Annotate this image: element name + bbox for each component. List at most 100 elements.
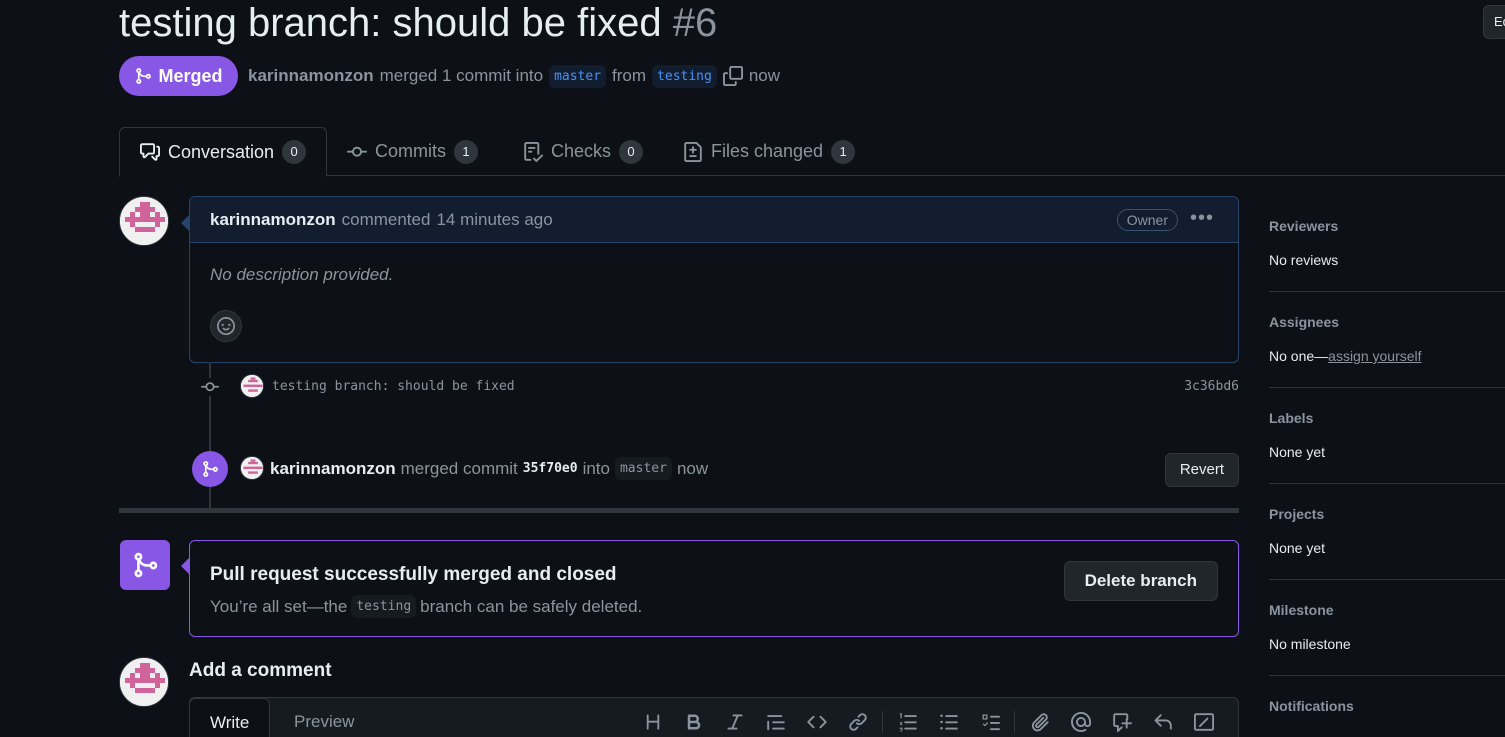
- merged-state-badge: Merged: [119, 56, 238, 96]
- labels-label[interactable]: Labels: [1269, 410, 1313, 426]
- reply-icon[interactable]: [1142, 710, 1183, 734]
- assignees-section: Assignees No one—assign yourself: [1269, 292, 1505, 388]
- merged-state-label: Merged: [158, 65, 223, 86]
- add-comment-title: Add a comment: [189, 660, 332, 681]
- labels-section: Labels None yet: [1269, 388, 1505, 484]
- markdown-toolbar: [632, 710, 1224, 734]
- assignees-value: No one—assign yourself: [1269, 348, 1422, 364]
- comment-box: karinnamonzon commented 14 minutes ago O…: [189, 196, 1239, 363]
- tab-conversation-count: 0: [282, 140, 307, 164]
- labels-value: None yet: [1269, 444, 1326, 460]
- git-commit-icon: [347, 146, 367, 157]
- kebab-menu-icon[interactable]: •••: [1190, 207, 1214, 230]
- pr-meta-line: karinnamonzon merged 1 commit into maste…: [248, 62, 780, 90]
- tab-files-changed-label: Files changed: [711, 141, 824, 161]
- projects-label[interactable]: Projects: [1269, 506, 1324, 522]
- comment-time[interactable]: 14 minutes ago: [436, 210, 552, 230]
- edit-button[interactable]: Ed: [1483, 5, 1505, 39]
- merge-status-prefix: You’re all set—the: [210, 596, 348, 616]
- comment-caret: [181, 215, 189, 231]
- write-tab[interactable]: Write: [189, 698, 271, 737]
- reviewers-section: Reviewers No reviews: [1269, 196, 1505, 292]
- copy-icon[interactable]: [722, 66, 743, 86]
- reviewers-label[interactable]: Reviewers: [1269, 218, 1338, 234]
- italic-icon[interactable]: [714, 710, 755, 734]
- avatar[interactable]: [240, 456, 264, 480]
- preview-tab[interactable]: Preview: [274, 698, 374, 737]
- quote-icon[interactable]: [755, 710, 796, 734]
- pr-title-text: testing branch: should be fixed: [119, 1, 662, 45]
- ordered-list-icon[interactable]: [887, 710, 928, 734]
- merge-status-subtitle: You’re all set—the testing branch can be…: [210, 595, 642, 618]
- base-branch-link[interactable]: master: [549, 64, 607, 88]
- merge-event-time[interactable]: now: [677, 459, 708, 479]
- comment-editor: Write Preview: [189, 697, 1239, 737]
- cross-reference-icon[interactable]: [1101, 710, 1142, 734]
- unordered-list-icon[interactable]: [928, 710, 969, 734]
- owner-badge: Owner: [1116, 209, 1178, 231]
- assignees-label[interactable]: Assignees: [1269, 314, 1339, 330]
- merge-target-branch[interactable]: master: [614, 457, 672, 480]
- toolbar-divider: [882, 711, 883, 733]
- milestone-value: No milestone: [1269, 636, 1351, 652]
- tab-commits[interactable]: Commits 1: [327, 127, 498, 176]
- toolbar-divider: [1014, 711, 1015, 733]
- comment-body: No description provided.: [210, 265, 394, 284]
- fullscreen-icon[interactable]: [1183, 710, 1224, 734]
- pr-title: testing branch: should be fixed #6: [119, 0, 717, 46]
- comment-discussion-icon: [140, 143, 160, 161]
- projects-section: Projects None yet: [1269, 484, 1505, 580]
- smiley-icon: [217, 317, 235, 335]
- merge-event-text2: into: [582, 458, 610, 478]
- merge-status-suffix: branch can be safely deleted.: [420, 596, 643, 616]
- avatar[interactable]: [119, 196, 169, 246]
- merge-event: karinnamonzon merged commit 35f70e0 into…: [192, 450, 1239, 487]
- git-merge-icon: [136, 68, 152, 84]
- pr-author-link[interactable]: karinnamonzon: [248, 66, 374, 86]
- mention-icon[interactable]: [1060, 710, 1101, 734]
- merge-event-text: karinnamonzon merged commit 35f70e0 into…: [270, 457, 708, 480]
- merge-status-title: Pull request successfully merged and clo…: [210, 564, 617, 585]
- merge-author-link[interactable]: karinnamonzon: [270, 459, 396, 479]
- delete-branch-button[interactable]: Delete branch: [1063, 561, 1218, 601]
- avatar[interactable]: [119, 657, 169, 707]
- paperclip-icon[interactable]: [1019, 710, 1060, 734]
- git-merge-icon: [192, 451, 228, 487]
- merged-caret: [181, 558, 189, 574]
- from-text: from: [612, 66, 647, 85]
- add-reaction-button[interactable]: [210, 310, 242, 342]
- head-branch-link[interactable]: testing: [652, 64, 717, 88]
- git-commit-icon: [198, 378, 222, 396]
- file-diff-icon: [684, 141, 702, 162]
- tab-conversation[interactable]: Conversation 0: [119, 127, 328, 177]
- tab-checks-label: Checks: [551, 141, 612, 161]
- milestone-section: Milestone No milestone: [1269, 580, 1505, 676]
- commit-message-link[interactable]: testing branch: should be fixed: [272, 379, 515, 394]
- tab-checks[interactable]: Checks 0: [503, 127, 663, 176]
- revert-button[interactable]: Revert: [1164, 453, 1239, 487]
- tab-commits-count: 1: [454, 139, 478, 164]
- merge-commit-sha-link[interactable]: 35f70e0: [523, 461, 578, 476]
- comment-header: karinnamonzon commented 14 minutes ago: [190, 197, 1238, 243]
- link-icon[interactable]: [837, 710, 878, 734]
- assign-yourself-link[interactable]: assign yourself: [1328, 348, 1421, 364]
- commit-sha-link[interactable]: 3c36bd6: [1184, 379, 1239, 394]
- tab-conversation-label: Conversation: [168, 141, 275, 162]
- projects-value: None yet: [1269, 540, 1326, 556]
- git-merge-icon: [120, 540, 170, 590]
- comment-author-link[interactable]: karinnamonzon: [210, 210, 336, 230]
- notifications-section: Notifications: [1269, 676, 1505, 737]
- bold-icon[interactable]: [673, 710, 714, 734]
- comment-action: commented: [341, 209, 431, 229]
- avatar[interactable]: [240, 374, 264, 398]
- merged-text: merged 1 commit into: [379, 66, 544, 85]
- pr-number: #6: [672, 1, 718, 45]
- heading-icon[interactable]: [632, 710, 673, 734]
- timeline-divider: [119, 508, 1239, 513]
- tab-commits-label: Commits: [375, 141, 446, 161]
- code-icon[interactable]: [796, 710, 837, 734]
- task-list-icon[interactable]: [969, 710, 1010, 734]
- milestone-label[interactable]: Milestone: [1269, 602, 1334, 618]
- merge-event-text1: merged commit: [400, 458, 518, 478]
- tab-files-changed[interactable]: Files changed 1: [663, 127, 875, 176]
